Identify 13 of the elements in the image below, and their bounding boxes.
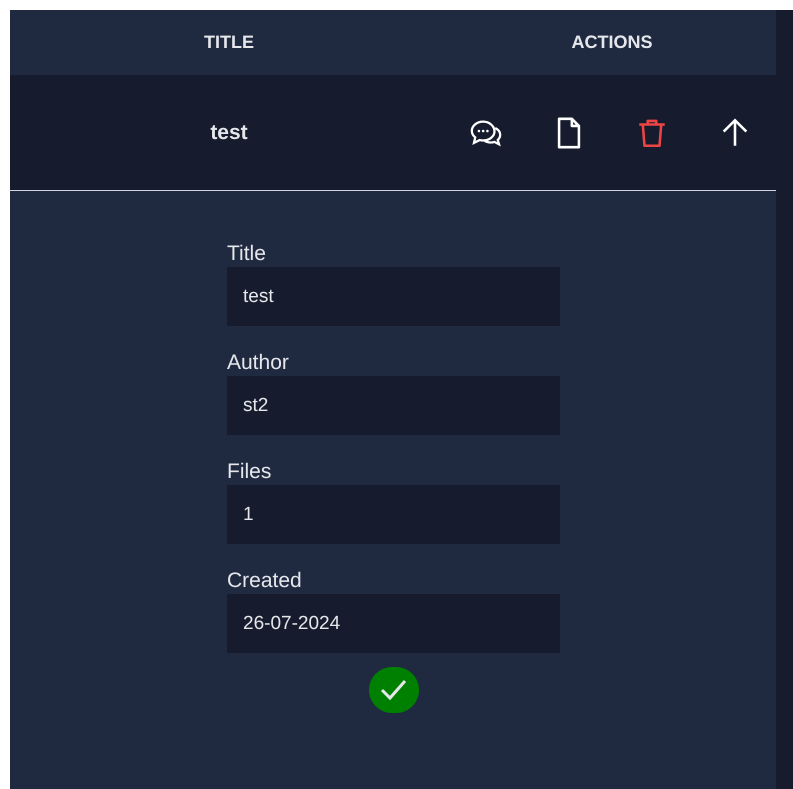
input-field[interactable]: st2 xyxy=(227,376,560,435)
checkmark-icon xyxy=(378,678,408,702)
field-label: Author xyxy=(227,350,289,376)
column-header: ACTIONS xyxy=(572,32,652,52)
row-title: test xyxy=(210,120,248,144)
column-header: TITLE xyxy=(204,32,254,52)
field-label: Files xyxy=(227,459,272,485)
input-field[interactable]: 26-07-2024 xyxy=(227,594,560,653)
field-label: Title xyxy=(227,241,266,267)
input-field[interactable]: test xyxy=(227,267,560,326)
field-label: Created xyxy=(227,568,302,594)
input-field[interactable]: 1 xyxy=(227,485,560,544)
confirm-button[interactable] xyxy=(368,667,418,713)
